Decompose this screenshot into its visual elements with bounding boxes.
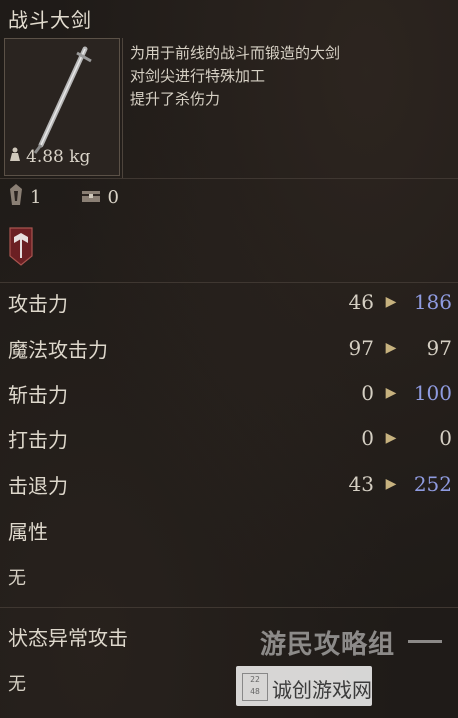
item-description: 为用于前线的战斗而锻造的大剑 对剑尖进行特殊加工 提升了杀伤力 bbox=[130, 42, 450, 111]
description-line: 提升了杀伤力 bbox=[130, 90, 221, 108]
arrow-right-icon: ▶ bbox=[385, 385, 397, 401]
stat-label: 打击力 bbox=[8, 427, 68, 452]
stat-upgraded-value: 252 bbox=[413, 472, 452, 496]
stat-row: 攻击力 46 ▶ 186 bbox=[8, 285, 452, 319]
watermark-top: 游民攻略组 bbox=[260, 630, 396, 660]
watermark-bottom: 诚创游戏网 bbox=[272, 678, 372, 702]
stat-label: 击退力 bbox=[8, 473, 68, 498]
stat-label: 斩击力 bbox=[8, 382, 68, 407]
arrow-right-icon: ▶ bbox=[385, 294, 397, 310]
stat-base-value: 0 bbox=[361, 426, 374, 450]
chest-count: 0 bbox=[107, 186, 119, 208]
chest-icon bbox=[81, 187, 101, 208]
description-line: 对剑尖进行特殊加工 bbox=[130, 67, 266, 85]
stat-row: 斩击力 0 ▶ 100 bbox=[8, 376, 452, 410]
stat-row: 打击力 0 ▶ 0 bbox=[8, 421, 452, 455]
affinity-emblem-icon bbox=[8, 226, 34, 266]
stat-base-value: 46 bbox=[348, 290, 374, 314]
item-title: 战斗大剑 bbox=[8, 8, 92, 32]
stat-row: 击退力 43 ▶ 252 bbox=[8, 467, 452, 501]
stat-upgraded-value: 0 bbox=[439, 426, 452, 450]
divider bbox=[0, 282, 458, 283]
watermark-line bbox=[408, 640, 442, 643]
status-ailment-heading: 状态异常攻击 bbox=[8, 626, 128, 650]
crystal-icon bbox=[8, 183, 24, 212]
slot-row: 1 0 bbox=[8, 182, 159, 212]
crystal-count: 1 bbox=[30, 186, 42, 208]
divider bbox=[0, 607, 458, 608]
stat-upgraded-value: 97 bbox=[426, 336, 452, 360]
arrow-right-icon: ▶ bbox=[385, 476, 397, 492]
attribute-heading: 属性 bbox=[8, 520, 48, 544]
stat-upgraded-value: 100 bbox=[413, 381, 452, 405]
weight-value: 4.88 kg bbox=[26, 146, 91, 167]
stat-label: 魔法攻击力 bbox=[8, 337, 108, 362]
stat-label: 攻击力 bbox=[8, 291, 68, 316]
stat-base-value: 0 bbox=[361, 381, 374, 405]
attribute-value: 无 bbox=[8, 568, 26, 589]
arrow-right-icon: ▶ bbox=[385, 340, 397, 356]
weight-icon bbox=[8, 146, 22, 167]
description-line: 为用于前线的战斗而锻造的大剑 bbox=[130, 44, 341, 62]
status-ailment-value: 无 bbox=[8, 674, 26, 695]
divider bbox=[122, 38, 123, 178]
stat-base-value: 97 bbox=[348, 336, 374, 360]
divider bbox=[0, 178, 458, 179]
weight-readout: 4.88 kg bbox=[8, 146, 90, 167]
stat-base-value: 43 bbox=[348, 472, 374, 496]
stat-upgraded-value: 186 bbox=[413, 290, 452, 314]
watermark-logo: 22 48 bbox=[242, 673, 268, 701]
stat-row: 魔法攻击力 97 ▶ 97 bbox=[8, 331, 452, 365]
greatsword-icon bbox=[33, 46, 92, 154]
arrow-right-icon: ▶ bbox=[385, 430, 397, 446]
